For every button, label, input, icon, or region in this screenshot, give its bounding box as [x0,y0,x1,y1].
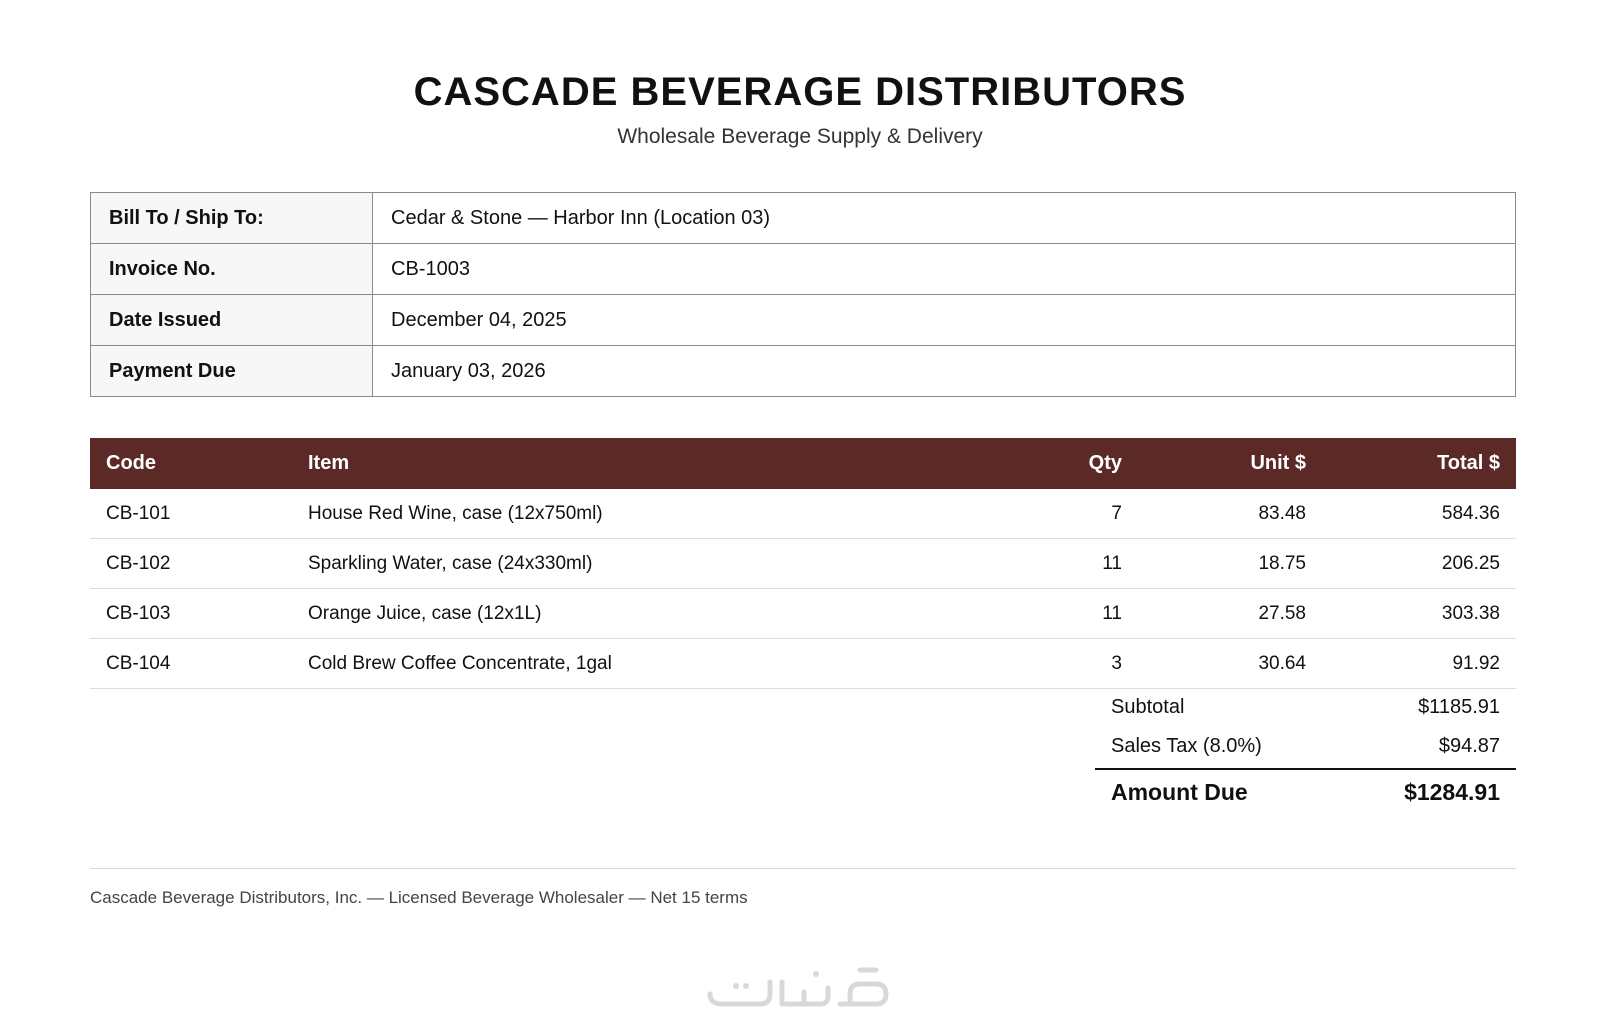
info-row-date-issued: Date Issued December 04, 2025 [90,294,1516,346]
invoice-header: CASCADE BEVERAGE DISTRIBUTORS Wholesale … [0,68,1600,150]
item-qty: 11 [946,538,1138,589]
company-name: CASCADE BEVERAGE DISTRIBUTORS [413,70,1187,114]
amount-due-label: Amount Due [1111,778,1248,805]
info-value: CB-1003 [372,243,1516,295]
item-description: Orange Juice, case (12x1L) [292,588,946,639]
item-code: CB-103 [90,588,292,639]
table-row: CB-101 House Red Wine, case (12x750ml) 7… [90,489,1516,539]
item-description: Cold Brew Coffee Concentrate, 1gal [292,638,946,689]
item-description: Sparkling Water, case (24x330ml) [292,538,946,589]
item-total: 584.36 [1322,489,1516,539]
invoice-info-table: Bill To / Ship To: Cedar & Stone — Harbo… [90,192,1516,397]
item-code: CB-104 [90,638,292,689]
item-unit-price: 27.58 [1138,588,1322,639]
tax-label: Sales Tax (8.0%) [1111,735,1262,757]
item-total: 303.38 [1322,588,1516,639]
table-row: CB-102 Sparkling Water, case (24x330ml) … [90,538,1516,589]
invoice-page: CASCADE BEVERAGE DISTRIBUTORS Wholesale … [0,0,1600,1020]
item-description: House Red Wine, case (12x750ml) [292,489,946,539]
line-items-table: Code Item Qty Unit $ Total $ CB-101 Hous… [90,438,1516,689]
item-qty: 11 [946,588,1138,639]
column-header-code: Code [106,452,156,474]
info-label: Date Issued [90,294,373,346]
column-header-unit-price: Unit $ [1250,452,1306,474]
column-header-item: Item [308,452,350,474]
item-code: CB-101 [90,489,292,539]
info-value: January 03, 2026 [372,345,1516,397]
info-value: December 04, 2025 [372,294,1516,346]
totals-summary: Subtotal $1185.91 Sales Tax (8.0%) $94.8… [1095,688,1516,814]
info-row-payment-due: Payment Due January 03, 2026 [90,345,1516,397]
item-qty: 7 [946,489,1138,539]
amount-due-row: Amount Due $1284.91 [1095,768,1516,814]
subtotal-row: Subtotal $1185.91 [1095,688,1516,727]
info-value: Cedar & Stone — Harbor Inn (Location 03) [372,192,1516,244]
info-row-invoice-no: Invoice No. CB-1003 [90,243,1516,295]
item-unit-price: 18.75 [1138,538,1322,589]
subtotal-label: Subtotal [1111,696,1185,718]
line-items-header-row: Code Item Qty Unit $ Total $ [90,438,1516,489]
watermark-logo [707,967,889,1007]
item-total: 206.25 [1322,538,1516,589]
table-row: CB-104 Cold Brew Coffee Concentrate, 1ga… [90,638,1516,689]
column-header-total: Total $ [1437,452,1500,474]
info-label: Bill To / Ship To: [90,192,373,244]
tax-row: Sales Tax (8.0%) $94.87 [1095,727,1516,766]
company-tagline: Wholesale Beverage Supply & Delivery [617,125,983,148]
footer-text: Cascade Beverage Distributors, Inc. — Li… [90,888,748,907]
item-qty: 3 [946,638,1138,689]
info-row-bill-to: Bill To / Ship To: Cedar & Stone — Harbo… [90,192,1516,244]
table-row: CB-103 Orange Juice, case (12x1L) 11 27.… [90,588,1516,639]
amount-due-value: $1284.91 [1404,778,1500,805]
item-unit-price: 30.64 [1138,638,1322,689]
footer-divider [90,868,1516,869]
item-unit-price: 83.48 [1138,489,1322,539]
info-label: Payment Due [90,345,373,397]
item-code: CB-102 [90,538,292,589]
subtotal-value: $1185.91 [1418,696,1500,718]
column-header-qty: Qty [1088,452,1122,474]
tax-value: $94.87 [1438,735,1500,757]
info-label: Invoice No. [90,243,373,295]
item-total: 91.92 [1322,638,1516,689]
